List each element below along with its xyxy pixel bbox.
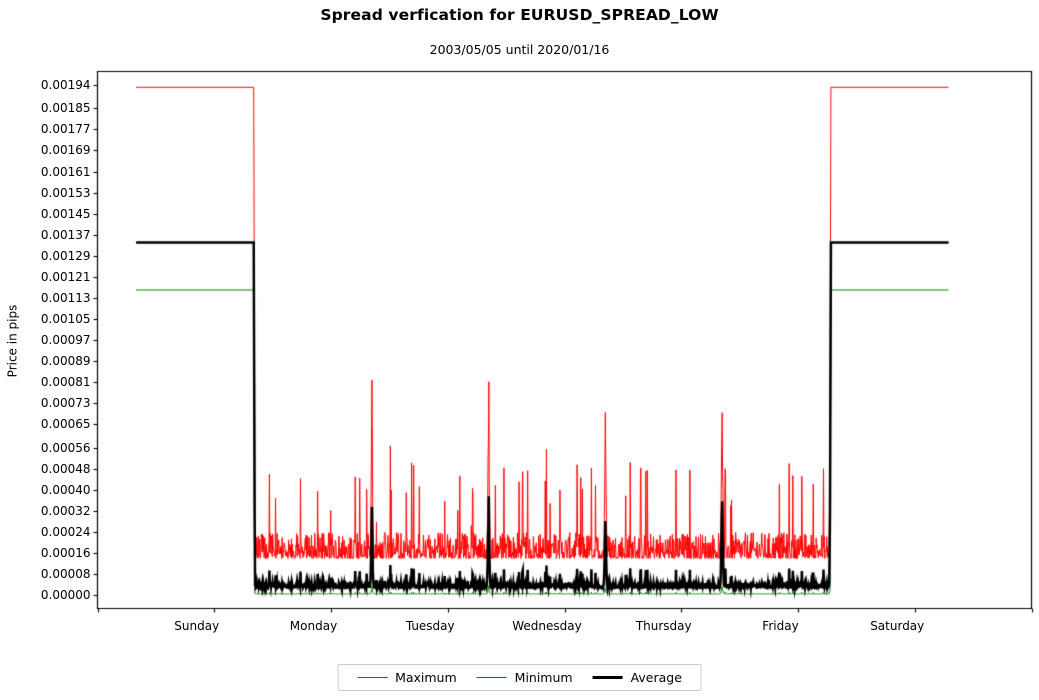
- y-axis-tick-label: 0.00169: [40, 143, 91, 158]
- y-axis-tick-label: 0.00056: [40, 440, 91, 455]
- plot-area: [0, 0, 1039, 700]
- y-axis-tick-label: 0.00105: [40, 311, 91, 326]
- x-axis-tick-label: Thursday: [635, 618, 692, 633]
- y-axis-tick-label: 0.00016: [40, 546, 91, 561]
- y-axis-tick-label: 0.00137: [40, 227, 91, 242]
- y-axis-tick-label: 0.00024: [40, 525, 91, 540]
- legend-item[interactable]: Minimum: [467, 670, 583, 685]
- legend-label: Average: [630, 670, 682, 685]
- y-axis-tick-label: 0.00040: [40, 483, 91, 498]
- y-axis-tick-label: 0.00032: [40, 504, 91, 519]
- legend-color-swatch: [357, 677, 388, 678]
- y-axis-tick-label: 0.00081: [40, 375, 91, 390]
- y-axis-tick-label: 0.00000: [40, 588, 91, 603]
- y-axis-tick-label: 0.00153: [40, 185, 91, 200]
- y-axis-tick-label: 0.00194: [40, 77, 91, 92]
- legend-color-swatch: [592, 676, 623, 679]
- x-axis-tick-label: Tuesday: [405, 618, 455, 633]
- legend-item[interactable]: Average: [583, 670, 692, 685]
- y-axis-tick-label: 0.00177: [40, 122, 91, 137]
- chart-figure: Spread verfication for EURUSD_SPREAD_LOW…: [0, 0, 1039, 700]
- x-axis-tick-label: Friday: [762, 618, 799, 633]
- x-axis-tick-label: Saturday: [870, 618, 925, 633]
- y-axis-tick-label: 0.00129: [40, 248, 91, 263]
- y-axis-tick-label: 0.00097: [40, 333, 91, 347]
- chart-legend: Maximum Minimum Average: [337, 664, 702, 691]
- legend-item[interactable]: Maximum: [347, 670, 467, 685]
- y-axis-tick-label: 0.00145: [40, 206, 91, 221]
- x-axis-tick-label: Sunday: [174, 618, 220, 633]
- y-axis-tick-label: 0.00185: [40, 101, 91, 116]
- x-axis-tick-label: Wednesday: [512, 618, 582, 633]
- y-axis-tick-label: 0.00161: [40, 164, 91, 179]
- y-axis-tick-label: 0.00008: [40, 567, 91, 582]
- y-axis-tick-label: 0.00065: [40, 417, 91, 432]
- legend-color-swatch: [476, 677, 507, 678]
- x-axis-tick-label: Monday: [289, 618, 338, 633]
- legend-label: Minimum: [514, 670, 573, 685]
- y-axis-tick-label: 0.00121: [40, 269, 91, 284]
- y-axis-tick-label: 0.00073: [40, 396, 91, 411]
- legend-label: Maximum: [395, 670, 457, 685]
- y-axis-tick-label: 0.00048: [40, 461, 91, 476]
- y-axis-tick-label: 0.00113: [40, 290, 91, 305]
- y-axis-tick-label: 0.00089: [40, 354, 91, 369]
